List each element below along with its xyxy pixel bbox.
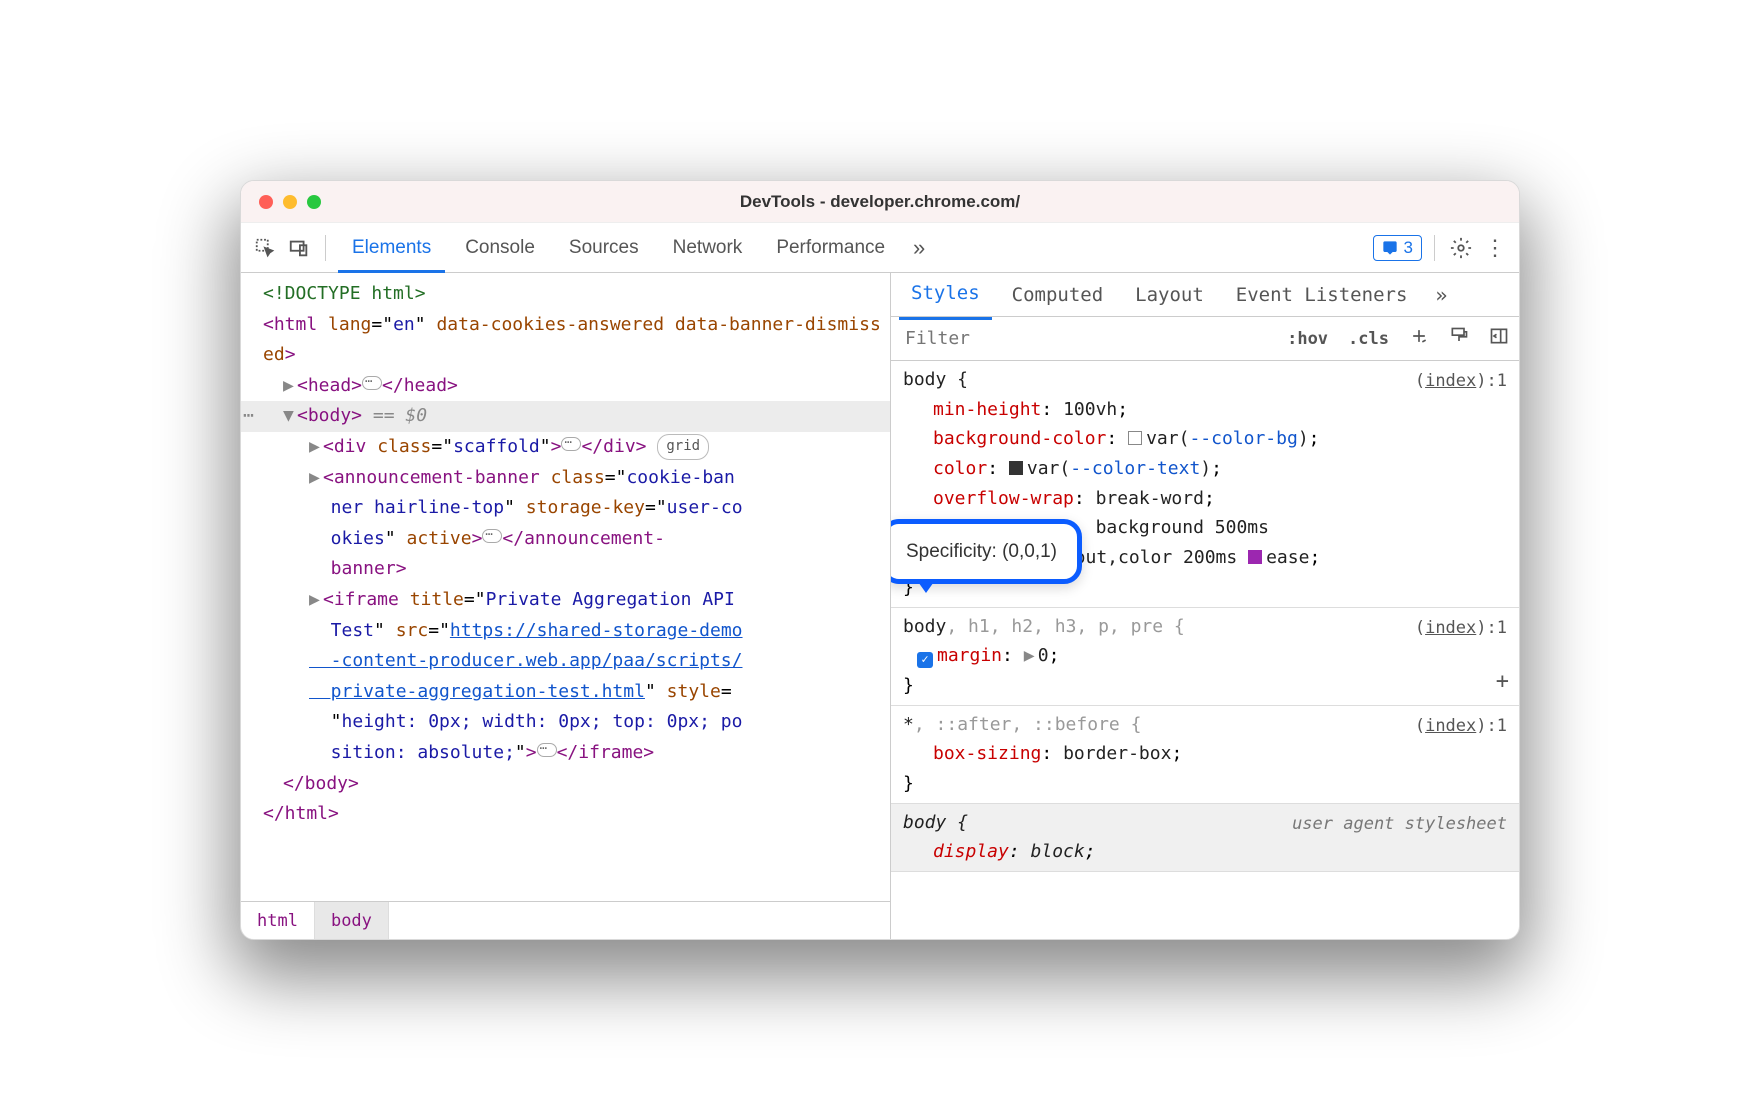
error-count: 3: [1404, 238, 1413, 258]
devtools-window: DevTools - developer.chrome.com/ Element…: [240, 180, 1520, 940]
rule-source-ua: user agent stylesheet: [1292, 810, 1507, 838]
subtab-event-listeners[interactable]: Event Listeners: [1224, 270, 1420, 320]
elements-panel: <!DOCTYPE html> <html lang="en" data-coo…: [241, 273, 891, 939]
paint-icon[interactable]: [1439, 326, 1479, 351]
add-property-icon[interactable]: +: [1496, 664, 1509, 700]
gear-icon[interactable]: [1447, 234, 1475, 262]
kebab-menu-icon[interactable]: ⋮: [1481, 234, 1509, 262]
dom-div-scaffold[interactable]: ▶<div class="scaffold"></div> grid: [241, 432, 890, 463]
ellipsis-icon[interactable]: [482, 529, 502, 543]
rule-source[interactable]: (index):1: [1415, 712, 1507, 740]
css-rule-universal[interactable]: (index):1 *, ::after, ::before { box-siz…: [891, 706, 1519, 804]
styles-rules: (index):1 body { min-height: 100vh; back…: [891, 361, 1519, 939]
bezier-icon[interactable]: [1248, 550, 1262, 564]
dom-html-close[interactable]: </html>: [241, 799, 890, 830]
css-rule-user-agent[interactable]: user agent stylesheet body { display: bl…: [891, 804, 1519, 872]
crumb-body[interactable]: body: [315, 902, 389, 939]
tab-console[interactable]: Console: [451, 223, 549, 273]
tab-elements[interactable]: Elements: [338, 223, 445, 273]
dom-iframe[interactable]: ▶<iframe title="Private Aggregation API …: [241, 585, 890, 769]
more-tabs-icon[interactable]: »: [905, 234, 933, 262]
tab-sources[interactable]: Sources: [555, 223, 653, 273]
new-rule-icon[interactable]: [1399, 326, 1439, 351]
filter-input[interactable]: [891, 328, 1277, 349]
rule-source[interactable]: (index):1: [1415, 614, 1507, 642]
more-subtabs-icon[interactable]: »: [1427, 281, 1455, 309]
main-toolbar: Elements Console Sources Network Perform…: [241, 223, 1519, 273]
console-errors-badge[interactable]: 3: [1373, 235, 1422, 261]
dom-doctype: <!DOCTYPE html>: [263, 283, 426, 304]
breadcrumb: html body: [241, 901, 890, 939]
subtab-layout[interactable]: Layout: [1123, 270, 1216, 320]
ellipsis-icon[interactable]: [537, 743, 557, 757]
dom-body-selected[interactable]: ▼<body> == $0: [241, 401, 890, 432]
hover-state-button[interactable]: :hov: [1277, 329, 1338, 349]
titlebar: DevTools - developer.chrome.com/: [241, 181, 1519, 223]
dom-body-close[interactable]: </body>: [241, 769, 890, 800]
tab-performance[interactable]: Performance: [762, 223, 899, 273]
crumb-html[interactable]: html: [241, 902, 315, 939]
ellipsis-icon[interactable]: [561, 437, 581, 451]
grid-badge[interactable]: grid: [657, 434, 709, 460]
specificity-tooltip: Specificity: (0,0,1): [891, 519, 1082, 584]
styles-subtabs: Styles Computed Layout Event Listeners »: [891, 273, 1519, 317]
window-title: DevTools - developer.chrome.com/: [241, 192, 1519, 212]
ellipsis-icon[interactable]: [362, 376, 382, 390]
styles-filter-bar: :hov .cls: [891, 317, 1519, 361]
subtab-styles[interactable]: Styles: [899, 270, 992, 320]
styles-panel: Styles Computed Layout Event Listeners »…: [891, 273, 1519, 939]
property-checkbox[interactable]: ✓: [917, 652, 933, 668]
dom-html-open[interactable]: <html lang="en" data-cookies-answered da…: [241, 310, 890, 371]
rule-source[interactable]: (index):1: [1415, 367, 1507, 395]
device-toggle-icon[interactable]: [285, 234, 313, 262]
dom-tree[interactable]: <!DOCTYPE html> <html lang="en" data-coo…: [241, 273, 890, 901]
css-rule-body-2[interactable]: (index):1 body, h1, h2, h3, p, pre { ✓ma…: [891, 608, 1519, 706]
dom-head[interactable]: ▶<head></head>: [241, 371, 890, 402]
dom-announcement-banner[interactable]: ▶<announcement-banner class="cookie-ban …: [241, 463, 890, 585]
cls-button[interactable]: .cls: [1338, 329, 1399, 349]
panel-toggle-icon[interactable]: [1479, 326, 1519, 351]
tab-network[interactable]: Network: [659, 223, 757, 273]
inspect-icon[interactable]: [251, 234, 279, 262]
subtab-computed[interactable]: Computed: [1000, 270, 1116, 320]
